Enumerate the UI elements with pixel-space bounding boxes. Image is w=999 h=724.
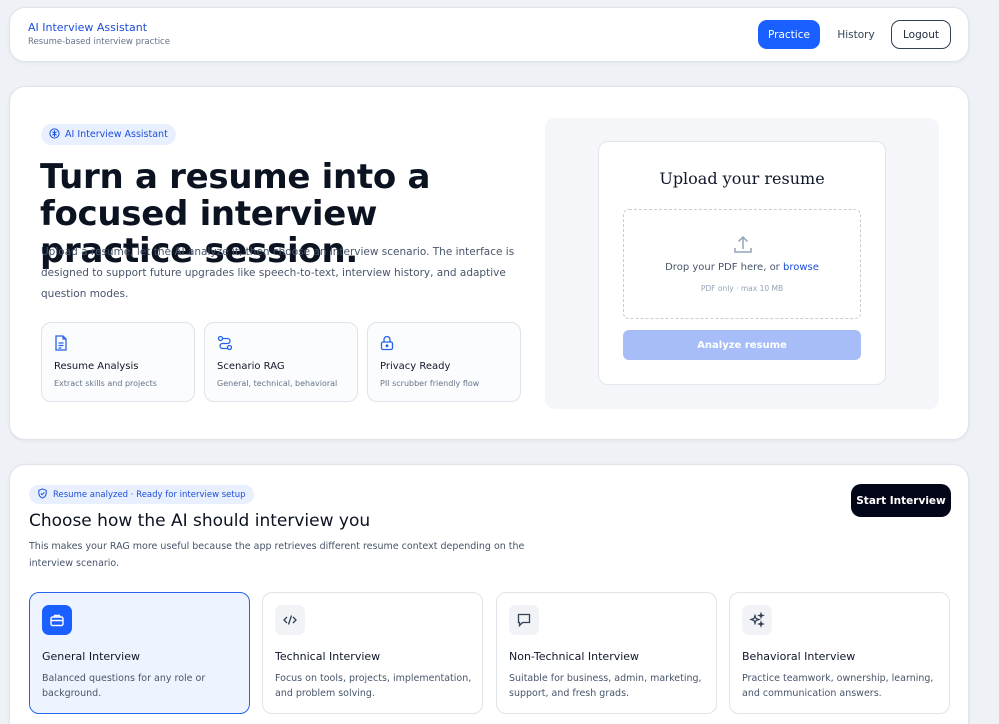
sparkles-icon: [742, 605, 772, 635]
feature-subtitle: General, technical, behavioral: [217, 379, 338, 388]
feature-title: Resume Analysis: [54, 361, 139, 372]
option-technical-interview[interactable]: Technical Interview Focus on tools, proj…: [262, 592, 483, 714]
browse-link[interactable]: browse: [783, 262, 819, 273]
hero-description: Upload a resume, let the AI analyze it, …: [41, 246, 515, 300]
scenario-description: This makes your RAG more useful because …: [29, 541, 525, 569]
brand: AI Interview Assistant Resume-based inte…: [28, 21, 170, 47]
brain-icon: [49, 127, 60, 142]
feature-subtitle: PII scrubber friendly flow: [380, 379, 480, 388]
dropzone-text: Drop your PDF here, or browse: [624, 262, 860, 273]
lock-icon: [380, 335, 396, 351]
option-description: Suitable for business, admin, marketing,…: [509, 673, 702, 699]
hero-section: AI Interview Assistant Turn a resume int…: [9, 86, 969, 440]
document-icon: [54, 335, 70, 351]
brand-title[interactable]: AI Interview Assistant: [28, 21, 170, 35]
status-badge: Resume analyzed · Ready for interview se…: [29, 485, 254, 504]
status-label: Resume analyzed · Ready for interview se…: [53, 489, 246, 500]
history-nav-button[interactable]: History: [828, 20, 884, 49]
option-title: General Interview: [42, 650, 140, 663]
feature-card-scenario-rag: Scenario RAG General, technical, behavio…: [204, 322, 358, 402]
option-title: Technical Interview: [275, 650, 381, 663]
feature-card-privacy-ready: Privacy Ready PII scrubber friendly flow: [367, 322, 521, 402]
feature-card-resume-analysis: Resume Analysis Extract skills and proje…: [41, 322, 195, 402]
feature-title: Privacy Ready: [380, 361, 451, 372]
option-non-technical-interview[interactable]: Non-Technical Interview Suitable for bus…: [496, 592, 717, 714]
logout-button[interactable]: Logout: [891, 20, 951, 49]
pdf-dropzone[interactable]: Drop your PDF here, or browse PDF only ·…: [623, 209, 861, 319]
upload-title: Upload your resume: [659, 169, 825, 188]
practice-nav-button[interactable]: Practice: [758, 20, 820, 49]
option-description: Practice teamwork, ownership, learning, …: [742, 673, 934, 699]
code-icon: [275, 605, 305, 635]
option-behavioral-interview[interactable]: Behavioral Interview Practice teamwork, …: [729, 592, 950, 714]
feature-subtitle: Extract skills and projects: [54, 379, 157, 388]
feature-title: Scenario RAG: [217, 361, 285, 372]
hero-badge-label: AI Interview Assistant: [65, 129, 168, 140]
option-description: Balanced questions for any role or backg…: [42, 673, 206, 699]
shield-check-icon: [37, 487, 48, 502]
option-general-interview[interactable]: General Interview Balanced questions for…: [29, 592, 250, 714]
upload-panel: Upload your resume Drop your PDF here, o…: [545, 118, 939, 409]
briefcase-icon: [42, 605, 72, 635]
dropzone-prompt: Drop your PDF here, or: [665, 262, 783, 273]
scenario-title: Choose how the AI should interview you: [29, 511, 371, 531]
chat-icon: [509, 605, 539, 635]
option-title: Non-Technical Interview: [509, 650, 640, 663]
upload-card: Upload your resume Drop your PDF here, o…: [598, 141, 886, 385]
option-title: Behavioral Interview: [742, 650, 856, 663]
analyze-resume-button[interactable]: Analyze resume: [623, 330, 861, 360]
route-icon: [217, 335, 233, 351]
scenario-section: Resume analyzed · Ready for interview se…: [9, 464, 969, 724]
start-interview-button[interactable]: Start Interview: [851, 484, 951, 517]
upload-icon: [732, 234, 754, 256]
brand-subtitle: Resume-based interview practice: [28, 37, 170, 47]
top-nav: AI Interview Assistant Resume-based inte…: [9, 7, 969, 62]
option-description: Focus on tools, projects, implementation…: [275, 673, 472, 699]
hero-badge: AI Interview Assistant: [41, 124, 176, 145]
dropzone-hint: PDF only · max 10 MB: [700, 284, 784, 293]
